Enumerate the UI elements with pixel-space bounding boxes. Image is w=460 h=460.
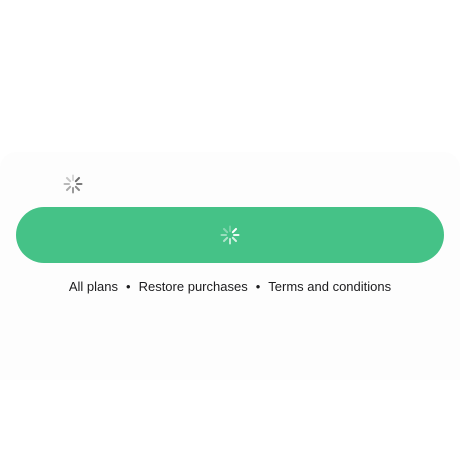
footer-links: All plans • Restore purchases • Terms an… bbox=[0, 276, 460, 296]
separator-dot: • bbox=[126, 278, 131, 294]
all-plans-link[interactable]: All plans bbox=[69, 279, 118, 294]
separator-dot: • bbox=[255, 278, 261, 294]
primary-purchase-button[interactable] bbox=[16, 207, 444, 263]
loading-spinner-icon bbox=[62, 173, 84, 195]
terms-and-conditions-link[interactable]: Terms and conditions bbox=[268, 279, 391, 294]
restore-purchases-link[interactable]: Restore purchases bbox=[139, 279, 248, 294]
paywall-screen: All plans • Restore purchases • Terms an… bbox=[0, 0, 460, 460]
button-spinner-icon bbox=[219, 224, 241, 246]
